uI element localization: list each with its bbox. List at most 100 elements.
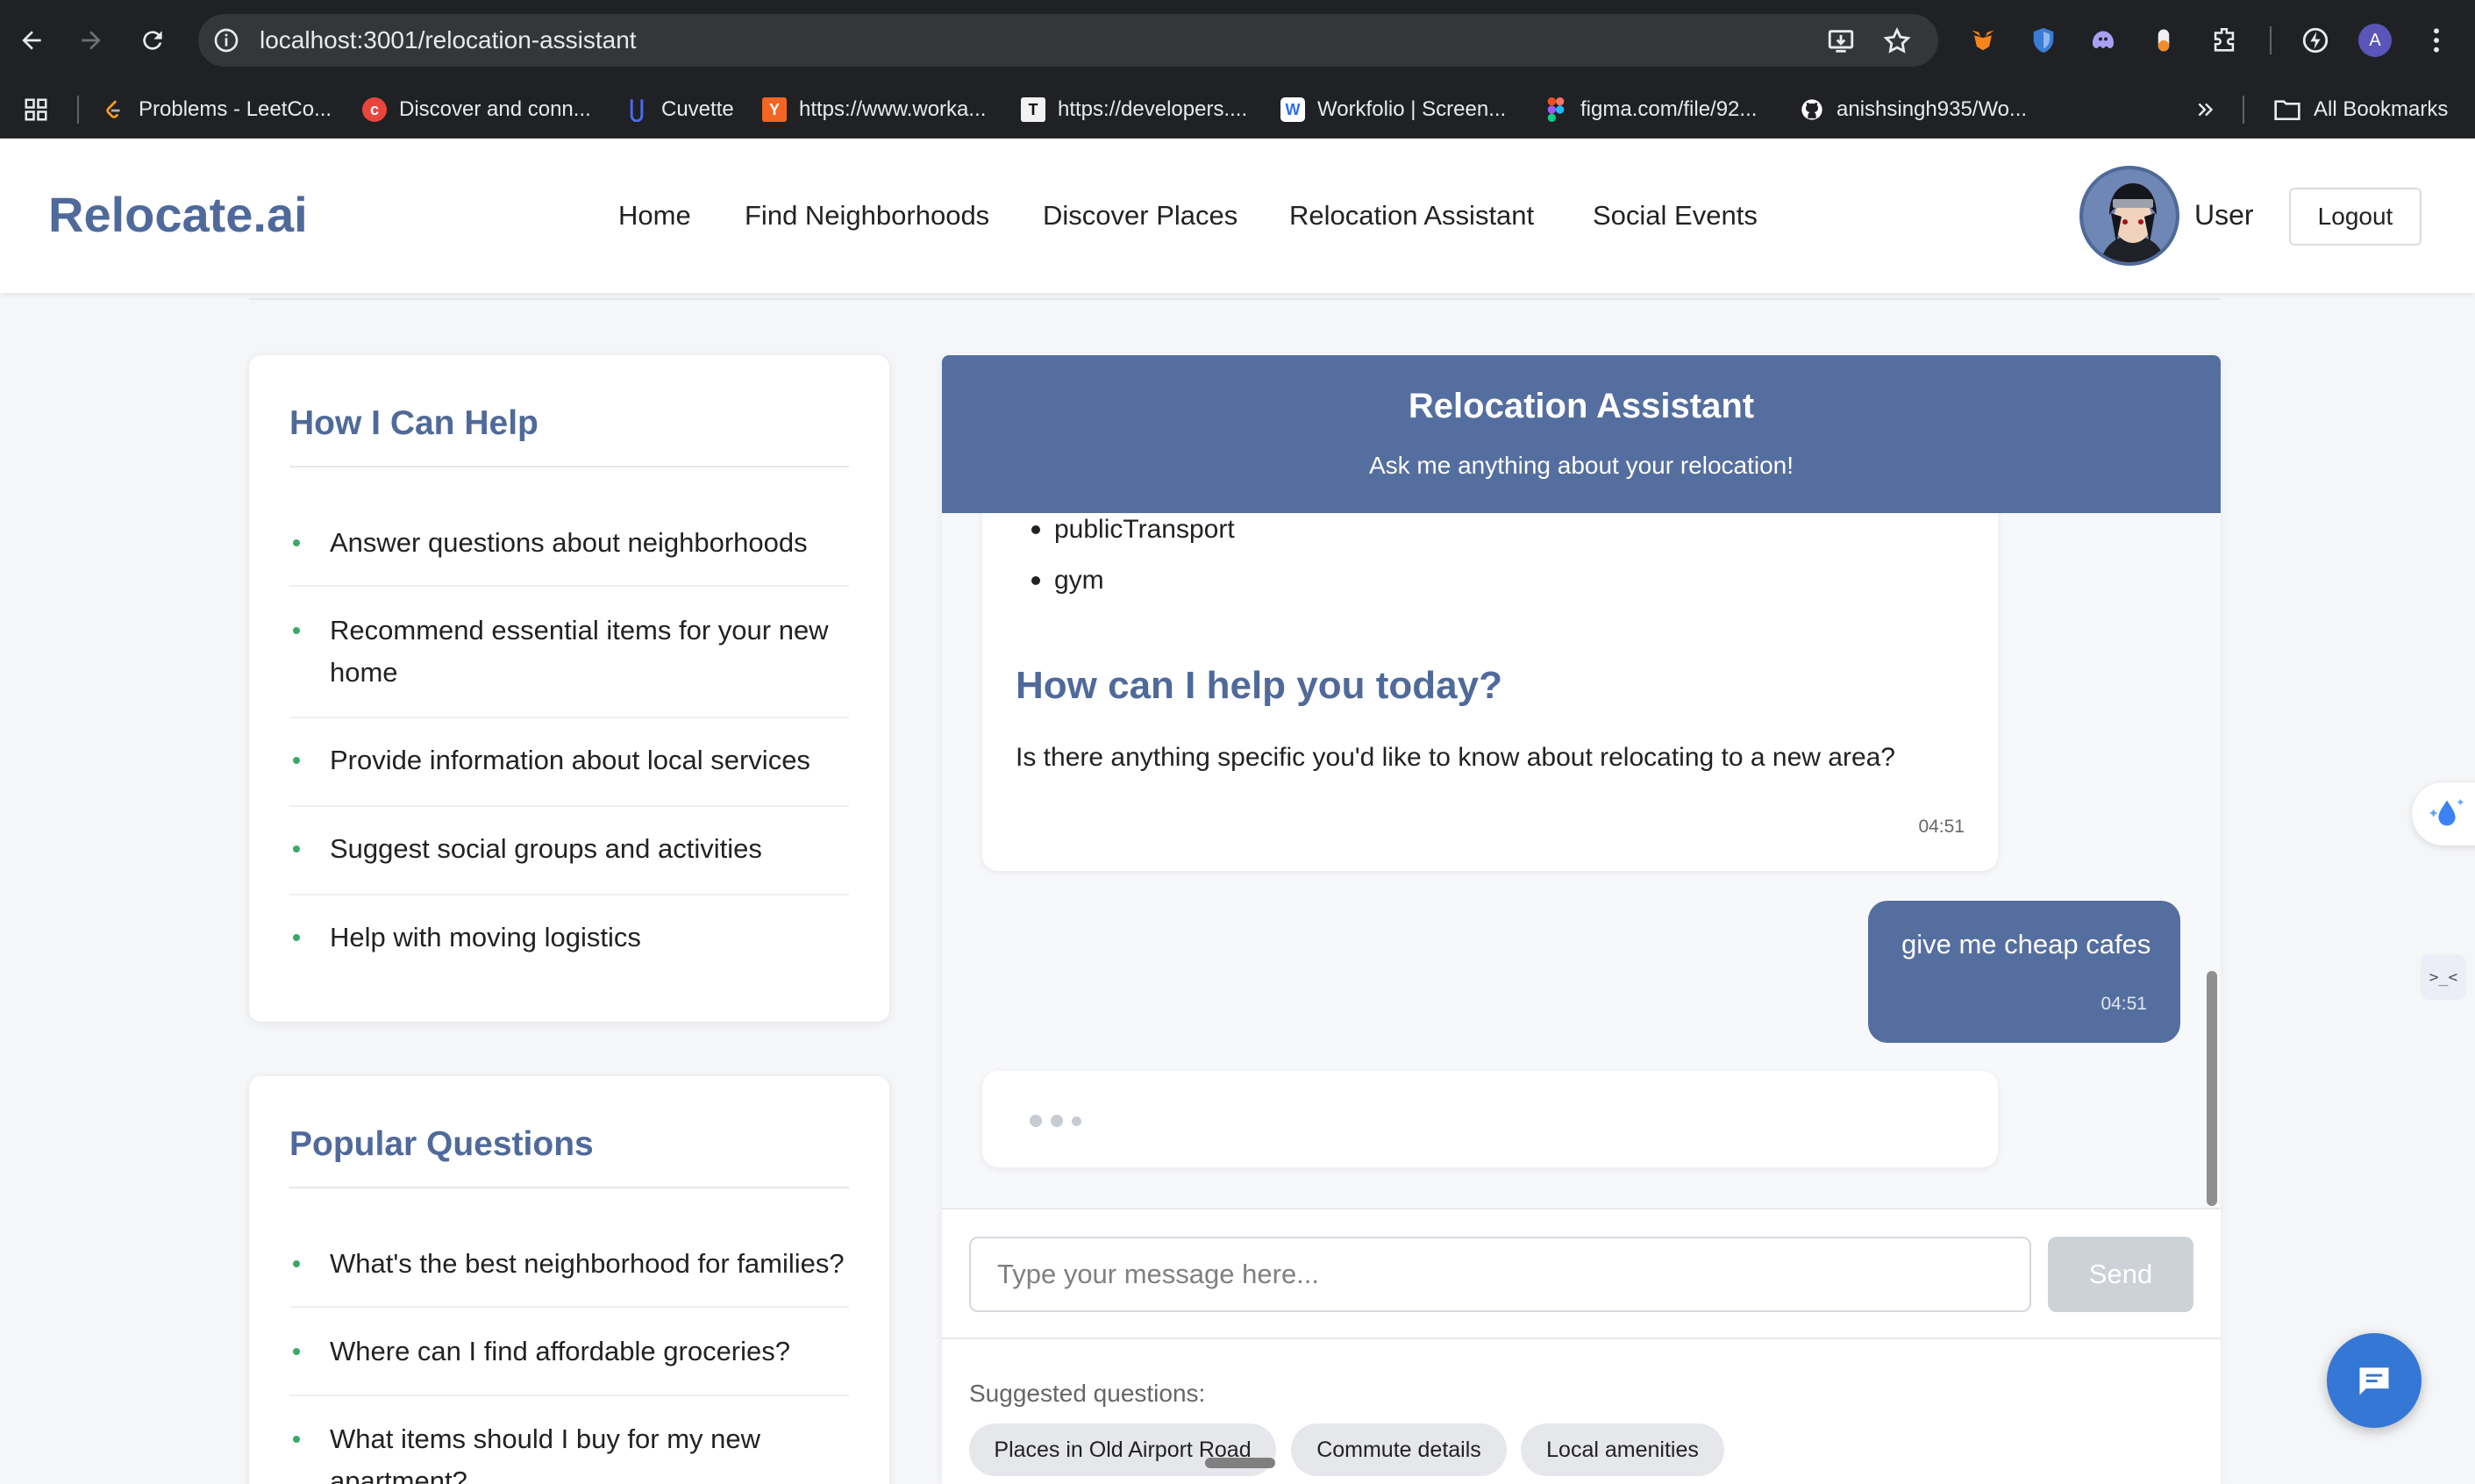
app-header: Relocate.ai Home Find Neighborhoods Disc… [0,139,2475,293]
bookmark-star-icon[interactable] [1882,26,1912,56]
bookmarks-separator [77,96,79,124]
message-list-item: gym [1031,566,1104,596]
message-timestamp: 04:51 [1918,817,1965,837]
item-divider [289,585,849,587]
bookmark-label: Workfolio | Screen... [1317,97,1507,121]
popular-question-text: What's the best neighborhood for familie… [330,1248,845,1279]
bookmark-label: anishsingh935/Wo... [1837,97,2028,121]
metamask-extension-icon[interactable] [1965,23,2001,58]
chat-scrollbar[interactable] [2207,971,2217,1206]
ghost-extension-icon[interactable] [2086,23,2121,58]
forward-icon[interactable] [70,19,112,61]
card-title-divider [289,1187,849,1188]
chat-header: Relocation Assistant Ask me anything abo… [942,355,2221,513]
user-message-text: give me cheap cafes [1901,929,2151,960]
profile-avatar[interactable]: A [2357,23,2393,58]
performance-icon[interactable] [2298,23,2333,58]
assistant-message: parking publicTransport gym How can I he… [982,464,1998,871]
suggestion-chip[interactable]: Places in Old Airport Road [969,1423,1276,1476]
send-button[interactable]: Send [2048,1237,2193,1312]
message-heading: How can I help you today? [1016,664,1502,707]
chat-title: Relocation Assistant [1408,387,1755,425]
help-item: Help with moving logistics [289,917,849,959]
help-card: How I Can Help Answer questions about ne… [249,355,889,1022]
popular-question[interactable]: Where can I find affordable groceries? [289,1331,849,1373]
toolbar-separator [2270,26,2272,54]
developers-icon: T [1021,97,1045,122]
help-item: Provide information about local services [289,739,849,781]
chat-fab-button[interactable] [2327,1333,2422,1428]
more-bookmarks-icon[interactable] [2194,94,2217,125]
bookmark-figma[interactable]: figma.com/file/92... [1544,94,1757,125]
bookmark-label: https://www.worka... [799,97,987,121]
suggestion-chip[interactable]: Commute details [1291,1423,1507,1476]
list-bullet [1031,576,1040,585]
typing-dot [1072,1117,1081,1126]
bookmark-label: figma.com/file/92... [1580,97,1758,121]
help-item: Recommend essential items for your new h… [289,610,849,694]
address-bar[interactable]: localhost:3001/relocation-assistant [198,14,1938,67]
nav-home[interactable]: Home [618,200,691,232]
bookmark-discover[interactable]: c Discover and conn... [362,94,591,125]
bookmark-developers[interactable]: T https://developers.... [1021,94,1247,125]
browser-menu-icon[interactable] [2419,23,2454,58]
item-divider [289,894,849,895]
c-icon: c [362,97,387,122]
help-card-title: How I Can Help [289,404,539,442]
bookmark-workat[interactable]: Y https://www.worka... [762,94,986,125]
suggested-questions-label: Suggested questions: [969,1380,1206,1407]
capsule-extension-icon[interactable] [2146,23,2181,58]
folder-icon [2274,100,2300,120]
profile-initial: A [2358,24,2392,57]
message-paragraph: Is there anything specific you'd like to… [1016,743,1895,772]
bookmark-cuvette[interactable]: Cuvette [624,94,734,125]
back-icon[interactable] [11,19,53,61]
y-icon: Y [762,97,787,122]
all-bookmarks-label: All Bookmarks [2314,97,2449,121]
bullet-icon [293,934,300,941]
install-app-icon[interactable] [1826,26,1856,56]
sparkle-drop-icon[interactable] [2412,782,2475,845]
bookmark-workfolio[interactable]: W Workfolio | Screen... [1280,94,1506,125]
popular-question[interactable]: What's the best neighborhood for familie… [289,1243,849,1285]
nav-discover-places[interactable]: Discover Places [1043,200,1238,232]
card-title-divider [289,466,849,467]
popular-question[interactable]: What items should I buy for my new apart… [289,1418,849,1484]
cuvette-icon [624,97,649,122]
site-info-icon[interactable] [212,26,240,54]
bookmark-leetcode[interactable]: Problems - LeetCo... [102,94,332,125]
user-avatar[interactable] [2079,166,2179,266]
bullet-icon [293,1260,300,1267]
message-input[interactable] [969,1237,2031,1312]
nav-social-events[interactable]: Social Events [1593,200,1758,232]
horizontal-scroll-handle[interactable] [1205,1458,1275,1468]
shield-extension-icon[interactable] [2026,23,2061,58]
logout-button[interactable]: Logout [2289,188,2422,246]
list-item-text: gym [1054,566,1104,595]
message-composer: Send [942,1208,2221,1339]
app-logo[interactable]: Relocate.ai [48,186,308,243]
help-item-text: Help with moving logistics [330,922,641,952]
suggestion-chip[interactable]: Local amenities [1521,1423,1724,1476]
reload-icon[interactable] [132,19,174,61]
bullet-icon [293,845,300,853]
nav-find-neighborhoods[interactable]: Find Neighborhoods [745,200,989,232]
chat-subtitle: Ask me anything about your relocation! [1368,452,1794,479]
suggested-questions: Suggested questions: Places in Old Airpo… [942,1339,2221,1484]
message-timestamp: 04:51 [2101,994,2147,1014]
terminal-widget-icon[interactable]: >_< [2421,954,2466,1000]
user-message: give me cheap cafes 04:51 [1868,901,2180,1043]
help-item-text: Recommend essential items for your new h… [330,615,829,688]
all-bookmarks[interactable]: All Bookmarks [2273,94,2448,125]
bullet-icon [293,1348,300,1355]
help-item: Answer questions about neighborhoods [289,522,849,564]
nav-relocation-assistant[interactable]: Relocation Assistant [1289,200,1534,232]
apps-grid-icon[interactable] [23,94,49,125]
bookmark-github[interactable]: anishsingh935/Wo... [1800,94,2027,125]
workfolio-icon: W [1280,97,1305,122]
bookmarks-bar: Problems - LeetCo... c Discover and conn… [0,82,2475,139]
bullet-icon [293,757,300,764]
extensions-puzzle-icon[interactable] [2207,23,2242,58]
popular-question-text: Where can I find affordable groceries? [330,1336,791,1366]
typing-indicator [982,1071,1998,1167]
